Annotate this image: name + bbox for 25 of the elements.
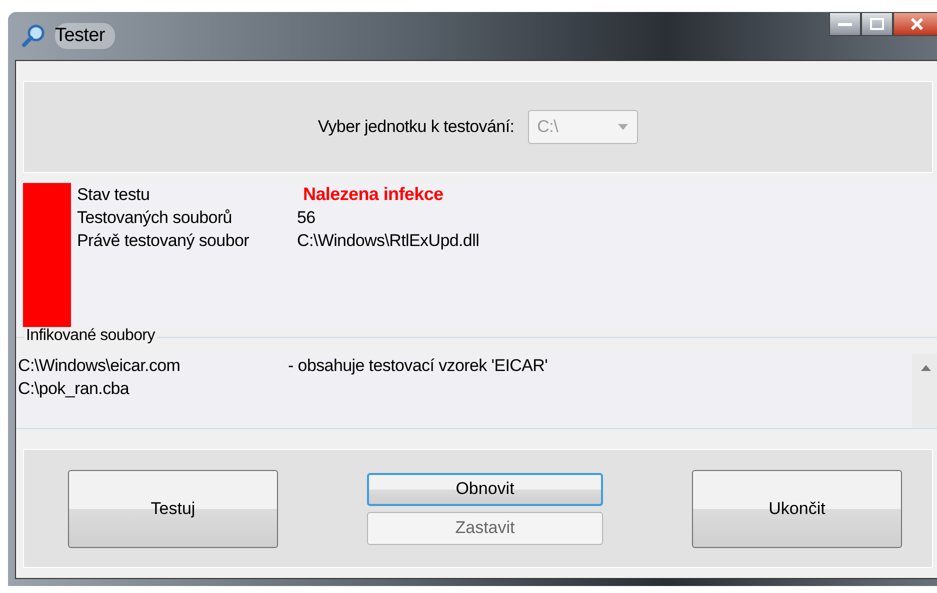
drive-label: Vyber jednotku k testování:	[318, 117, 514, 137]
maximize-button[interactable]	[861, 12, 893, 36]
window-title: Tester	[55, 23, 115, 49]
infection-note: - obsahuje testovací vzorek 'EICAR'	[288, 355, 549, 377]
scrollbar[interactable]	[912, 354, 937, 428]
file-path: C:\Windows\eicar.com	[18, 355, 182, 377]
close-icon	[910, 18, 924, 30]
status-value: Nalezena infekce	[302, 183, 444, 206]
status-label: Právě testovaný soubor	[77, 230, 250, 252]
action-button[interactable]: Ukončit	[692, 470, 902, 548]
minimize-button[interactable]	[829, 12, 861, 36]
action-button[interactable]: Obnovit	[367, 472, 603, 506]
status-label: Stav testu	[77, 184, 151, 206]
minimize-icon	[838, 21, 852, 27]
status-label: Testovaných souborů	[77, 207, 233, 229]
action-button[interactable]: Testuj	[68, 470, 278, 548]
status-value: C:\Windows\RtlExUpd.dll	[297, 230, 480, 252]
magnifier-icon	[21, 23, 47, 49]
status-value: 56	[297, 207, 316, 229]
group-title: Infikované soubory	[24, 327, 157, 345]
close-button[interactable]	[893, 12, 937, 36]
maximize-icon	[870, 18, 884, 30]
caret-icon	[617, 123, 630, 131]
scroll-up-icon[interactable]	[921, 364, 931, 371]
file-path: C:\pok_ran.cba	[18, 378, 130, 400]
